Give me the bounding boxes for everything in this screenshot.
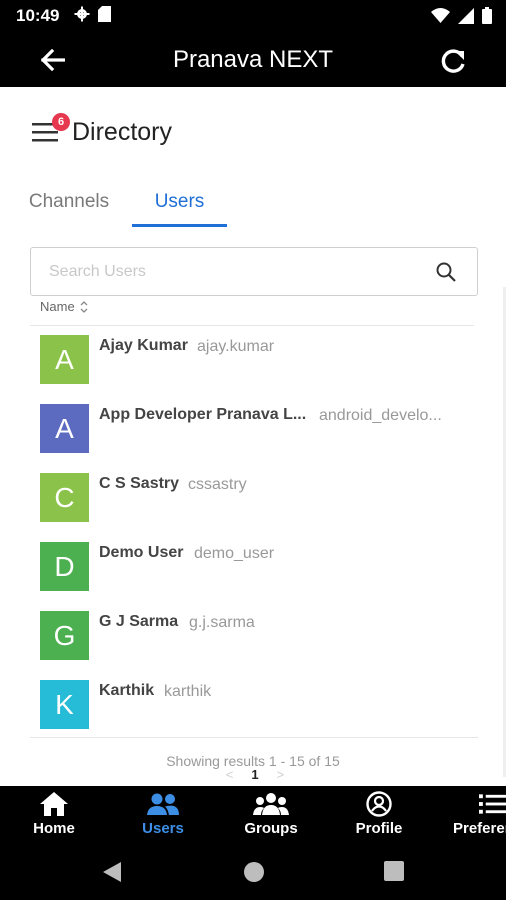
avatar: G — [40, 611, 89, 660]
nav-label: Profile — [355, 820, 403, 837]
refresh-icon — [441, 49, 465, 73]
signal-icon — [458, 7, 474, 24]
search-icon[interactable] — [435, 261, 457, 283]
user-display-name: G J Sarma — [99, 613, 179, 630]
directory-header: 6 Directory — [30, 112, 172, 152]
user-row[interactable]: G G J Sarma g.j.sarma — [30, 603, 474, 672]
user-row[interactable]: A Ajay Kumar ajay.kumar — [30, 327, 474, 396]
nav-label: Users — [142, 820, 184, 837]
battery-icon — [482, 7, 492, 24]
user-row[interactable]: D Demo User demo_user — [30, 534, 474, 603]
nav-item-home[interactable]: Home — [4, 790, 104, 842]
home-icon — [40, 792, 68, 816]
system-back-icon[interactable] — [102, 861, 122, 883]
user-username: g.j.sarma — [189, 614, 255, 631]
list-icon — [479, 794, 506, 814]
user-username: karthik — [164, 683, 212, 700]
search-input[interactable] — [49, 261, 409, 283]
user-display-name: Demo User — [99, 544, 184, 561]
name-column-header[interactable]: Name — [40, 299, 89, 314]
app-bar: Pranava NEXT — [0, 33, 506, 87]
users-icon — [147, 793, 179, 815]
app-title: Pranava NEXT — [172, 46, 334, 73]
user-username: ajay.kumar — [197, 338, 275, 355]
tab-bar: Channels Users — [0, 182, 506, 227]
main-content: 6 Directory Channels Users Name A Ajay K… — [0, 87, 506, 786]
avatar: D — [40, 542, 89, 591]
groups-icon — [253, 793, 289, 815]
user-display-name: Karthik — [99, 682, 155, 699]
avatar: K — [40, 680, 89, 729]
next-page-button[interactable]: > — [277, 767, 285, 782]
nav-item-users[interactable]: Users — [113, 790, 213, 842]
sd-card-icon — [98, 6, 111, 22]
settings-gear-icon — [74, 6, 90, 22]
status-left-icons — [74, 6, 111, 22]
system-navigation — [0, 844, 506, 900]
status-bar: 10:49 — [0, 0, 506, 33]
name-column-label: Name — [40, 299, 75, 314]
user-username: demo_user — [194, 545, 275, 562]
search-box — [30, 247, 478, 296]
wifi-icon — [431, 8, 450, 23]
user-display-name: App Developer Pranava L... — [99, 406, 307, 423]
avatar: C — [40, 473, 89, 522]
avatar: A — [40, 335, 89, 384]
user-username: cssastry — [188, 476, 247, 493]
avatar: A — [40, 404, 89, 453]
sort-icon — [80, 300, 88, 313]
notification-badge: 6 — [52, 113, 70, 131]
header-divider — [30, 325, 474, 326]
menu-button[interactable]: 6 — [30, 113, 70, 147]
refresh-button[interactable] — [438, 45, 470, 77]
user-row[interactable]: C C S Sastry cssastry — [30, 465, 474, 534]
user-row[interactable]: K Karthik karthik — [30, 672, 474, 741]
user-display-name: Ajay Kumar — [99, 337, 188, 354]
bottom-navigation: Home Users Groups Profile Preferences — [0, 786, 506, 844]
pagination: < 1 > — [210, 765, 300, 783]
nav-label: Home — [33, 820, 75, 837]
tab-channels[interactable]: Channels — [22, 182, 116, 227]
nav-item-preferences[interactable]: Preferences — [437, 790, 506, 842]
list-divider — [30, 737, 478, 738]
nav-label: Preferences — [453, 820, 506, 837]
current-page[interactable]: 1 — [251, 767, 258, 782]
profile-icon — [366, 791, 392, 817]
user-username: android_develo... — [319, 407, 442, 424]
user-row[interactable]: A App Developer Pranava L... android_dev… — [30, 396, 474, 465]
tab-users[interactable]: Users — [132, 182, 227, 227]
system-home-icon[interactable] — [243, 861, 265, 883]
page-title: Directory — [72, 117, 173, 146]
system-recents-icon[interactable] — [384, 861, 404, 881]
status-time: 10:49 — [16, 6, 60, 25]
nav-item-profile[interactable]: Profile — [329, 790, 429, 842]
previous-page-button[interactable]: < — [226, 767, 234, 782]
user-display-name: C S Sastry — [99, 475, 180, 492]
status-right-icons — [431, 7, 492, 24]
nav-label: Groups — [244, 820, 298, 837]
nav-item-groups[interactable]: Groups — [221, 790, 321, 842]
